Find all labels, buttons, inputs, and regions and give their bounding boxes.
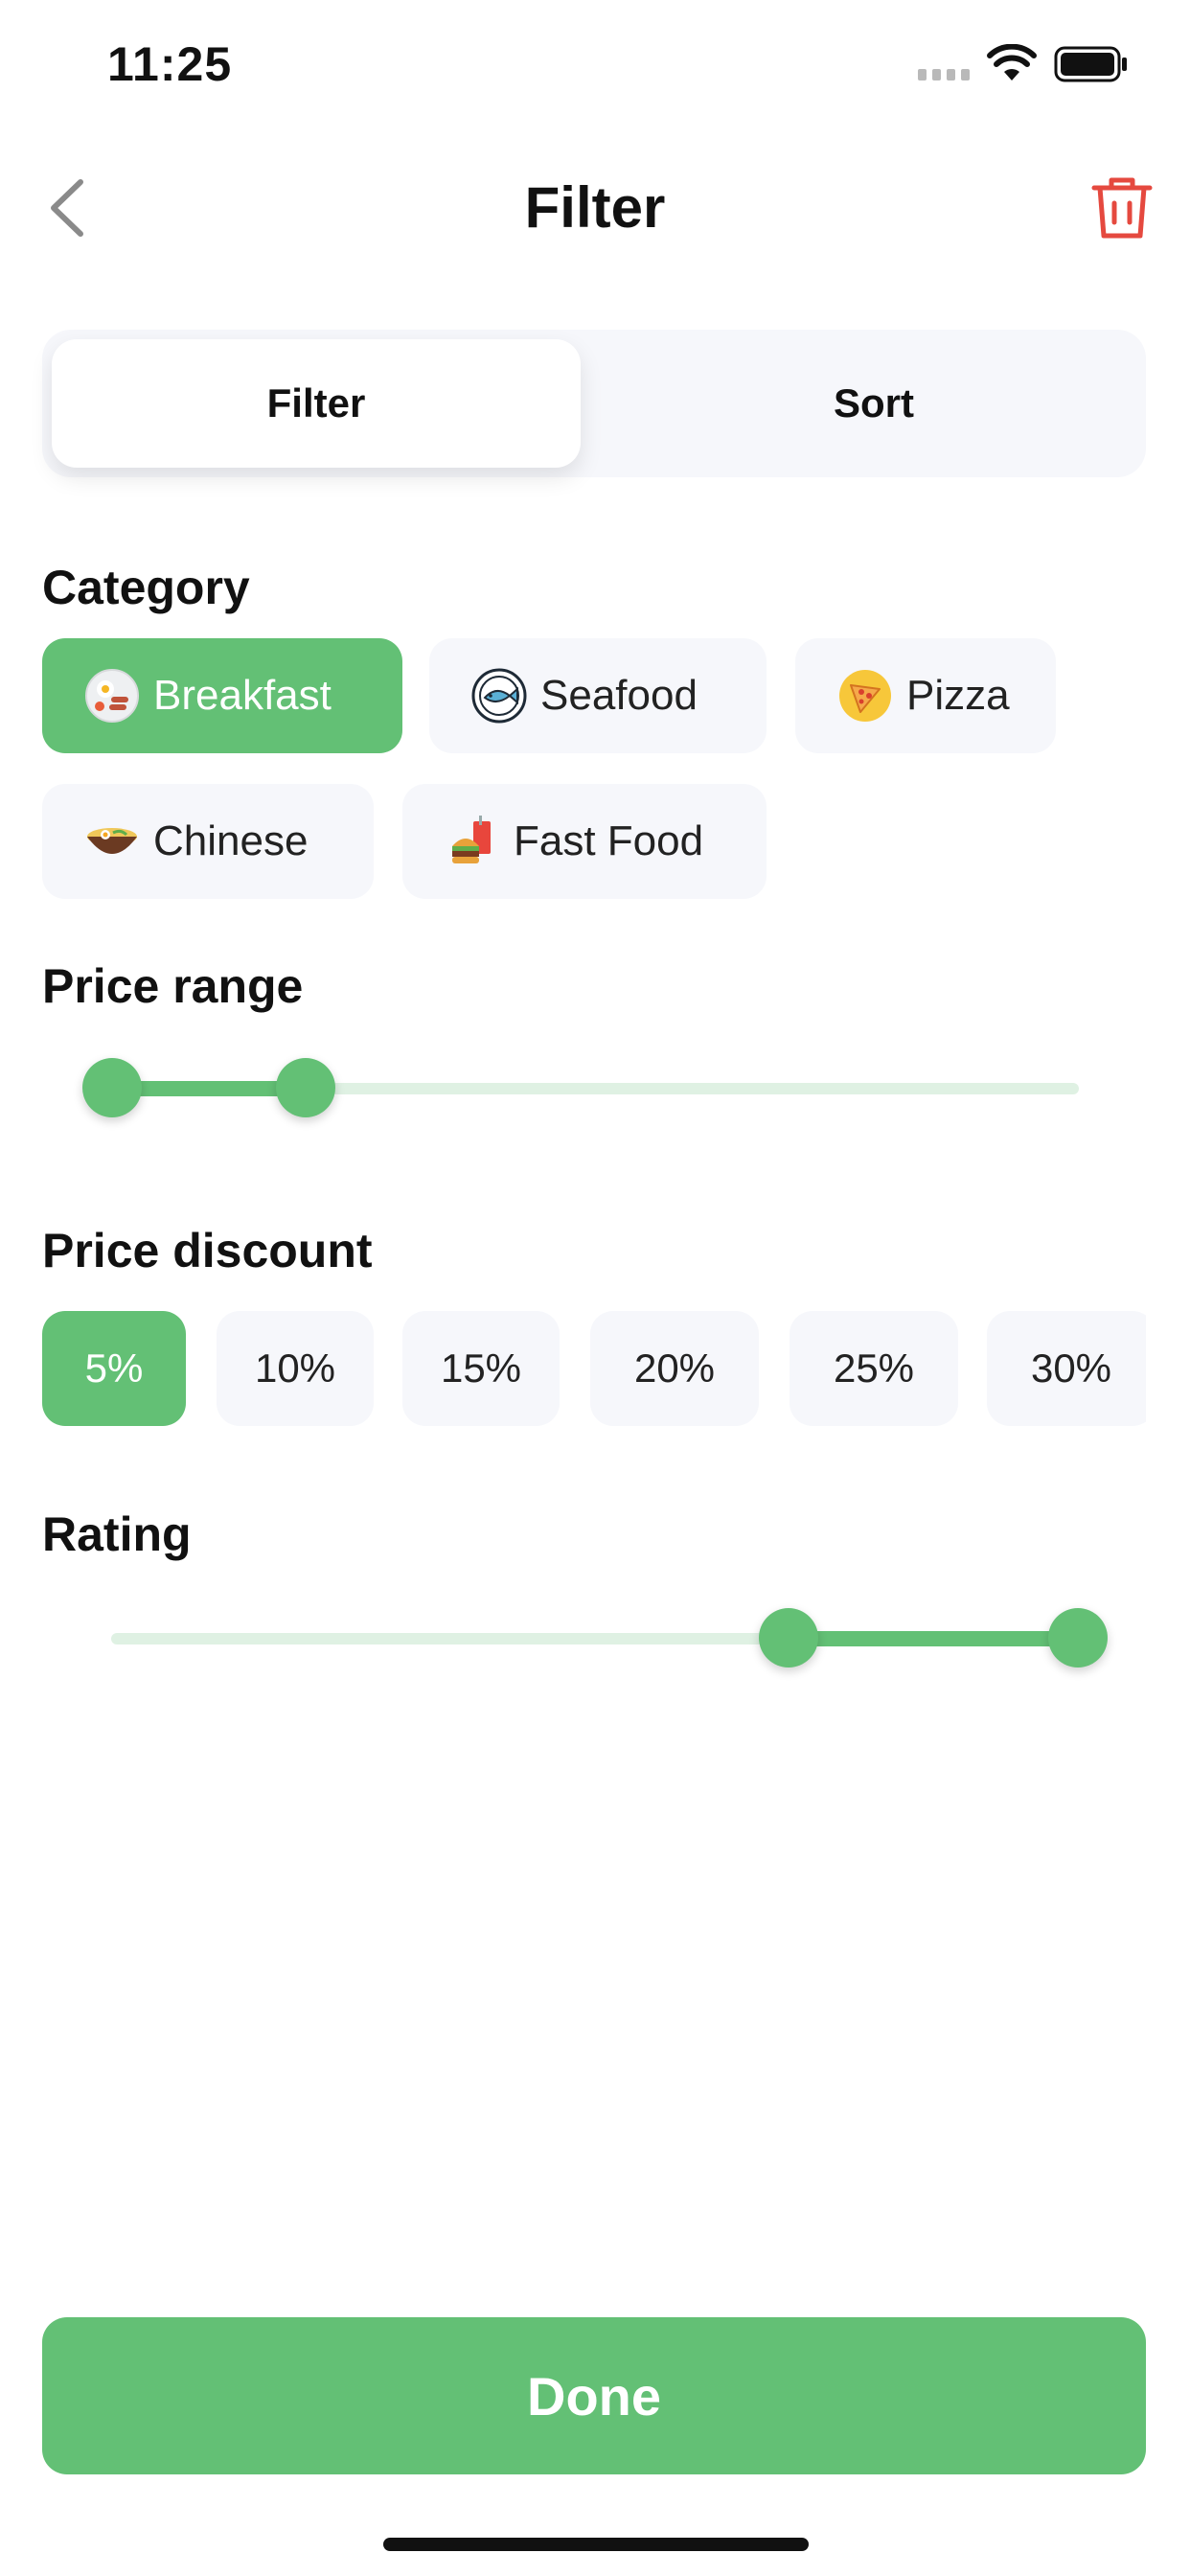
discount-option-25[interactable]: 25% <box>790 1311 958 1426</box>
category-chip-label: Seafood <box>540 672 698 719</box>
category-chip-fast-food[interactable]: Fast Food <box>402 784 767 899</box>
discount-option-30[interactable]: 30% <box>987 1311 1146 1426</box>
price-min-thumb[interactable] <box>82 1058 142 1117</box>
rating-slider[interactable] <box>82 1606 1108 1668</box>
category-chip-breakfast[interactable]: Breakfast <box>42 638 402 753</box>
price-range-slider[interactable] <box>82 1056 1079 1117</box>
filter-screen: 11:25 Filter Filter Sort Category Breakf… <box>0 0 1190 2576</box>
noodle-bowl-icon <box>87 828 137 854</box>
discount-option-10[interactable]: 10% <box>217 1311 374 1426</box>
tab-sort[interactable]: Sort <box>609 339 1138 468</box>
fish-plate-icon <box>471 668 527 724</box>
discount-option-5[interactable]: 5% <box>42 1311 186 1426</box>
rating-min-thumb[interactable] <box>759 1608 818 1668</box>
discount-options: 5% 10% 15% 20% 25% 30% <box>42 1311 1146 1426</box>
category-chip-label: Breakfast <box>153 672 332 719</box>
done-button[interactable]: Done <box>42 2317 1146 2474</box>
cellular-signal-icon <box>918 69 970 80</box>
discount-option-15[interactable]: 15% <box>402 1311 560 1426</box>
status-time: 11:25 <box>107 37 233 91</box>
filter-sort-tabs: Filter Sort <box>42 330 1146 477</box>
category-chip-seafood[interactable]: Seafood <box>429 638 767 753</box>
category-chip-chinese[interactable]: Chinese <box>42 784 374 899</box>
price-range-title: Price range <box>42 959 304 1013</box>
page-title: Filter <box>524 175 666 240</box>
status-bar: 11:25 <box>0 0 1190 134</box>
rating-title: Rating <box>42 1507 192 1561</box>
price-discount-title: Price discount <box>42 1224 373 1277</box>
tab-filter[interactable]: Filter <box>52 339 581 468</box>
clear-filters-button[interactable] <box>1088 172 1156 243</box>
price-max-thumb[interactable] <box>276 1058 335 1117</box>
category-chip-label: Chinese <box>153 817 309 864</box>
breakfast-plate-icon <box>85 669 139 723</box>
home-indicator <box>383 2538 809 2551</box>
burger-drink-icon <box>452 816 491 863</box>
slider-range-fill <box>788 1631 1077 1646</box>
header: Filter <box>0 153 1190 259</box>
wifi-icon <box>987 44 1037 80</box>
category-chip-pizza[interactable]: Pizza <box>795 638 1056 753</box>
trash-icon <box>1091 177 1153 239</box>
pizza-icon <box>839 670 891 722</box>
rating-max-thumb[interactable] <box>1048 1608 1108 1668</box>
category-title: Category <box>42 561 250 614</box>
category-chip-label: Fast Food <box>514 817 704 864</box>
discount-option-20[interactable]: 20% <box>590 1311 759 1426</box>
battery-icon <box>1054 46 1127 82</box>
category-chip-label: Pizza <box>906 672 1010 719</box>
